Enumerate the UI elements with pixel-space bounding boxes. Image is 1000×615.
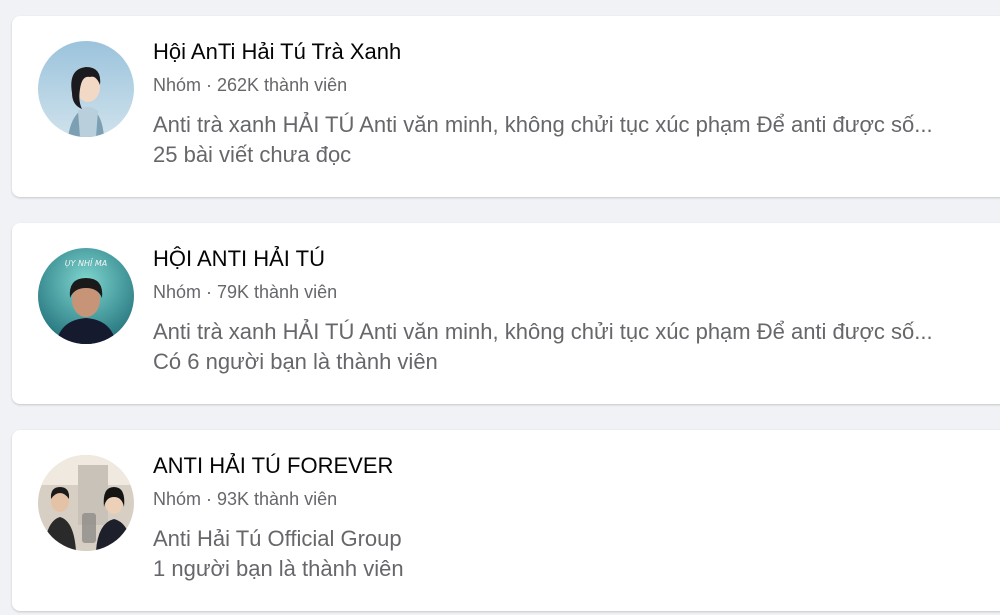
group-name-link[interactable]: Hội AnTi Hải Tú Trà Xanh [153,38,992,66]
group-activity: Có 6 người bạn là thành viên [153,349,438,374]
group-search-results: Hội AnTi Hải Tú Trà Xanh Nhóm · 262K thà… [0,0,1000,615]
group-description: Anti trà xanh HẢI TÚ Anti văn minh, khôn… [153,319,933,344]
group-description: Anti Hải Tú Official Group [153,526,402,551]
group-meta: Nhóm · 262K thành viên [153,75,348,95]
group-avatar[interactable] [38,41,134,137]
group-result-card[interactable]: ỤY NHỈ MA HỘI ANTI HẢI TÚ Nhóm · 79K thà… [12,223,1000,404]
group-activity: 25 bài viết chưa đọc [153,142,352,167]
group-activity: 1 người bạn là thành viên [153,556,404,581]
group-info: Hội AnTi Hải Tú Trà Xanh Nhóm · 262K thà… [153,38,992,170]
group-info: ANTI HẢI TÚ FOREVER Nhóm · 93K thành viê… [153,452,992,584]
group-meta: Nhóm · 93K thành viên [153,489,338,509]
woman-profile-photo [38,41,134,137]
group-name-link[interactable]: HỘI ANTI HẢI TÚ [153,245,992,273]
group-meta: Nhóm · 79K thành viên [153,282,338,302]
man-teal-background-photo: ỤY NHỈ MA [38,248,134,344]
group-avatar[interactable] [38,455,134,551]
group-description: Anti trà xanh HẢI TÚ Anti văn minh, khôn… [153,112,933,137]
two-people-photo [38,455,134,551]
group-avatar[interactable]: ỤY NHỈ MA [38,248,134,344]
group-result-card[interactable]: Hội AnTi Hải Tú Trà Xanh Nhóm · 262K thà… [12,16,1000,197]
group-info: HỘI ANTI HẢI TÚ Nhóm · 79K thành viên An… [153,245,992,377]
avatar-caption-text: ỤY NHỈ MA [65,257,108,268]
group-result-card[interactable]: ANTI HẢI TÚ FOREVER Nhóm · 93K thành viê… [12,430,1000,611]
group-name-link[interactable]: ANTI HẢI TÚ FOREVER [153,452,992,480]
